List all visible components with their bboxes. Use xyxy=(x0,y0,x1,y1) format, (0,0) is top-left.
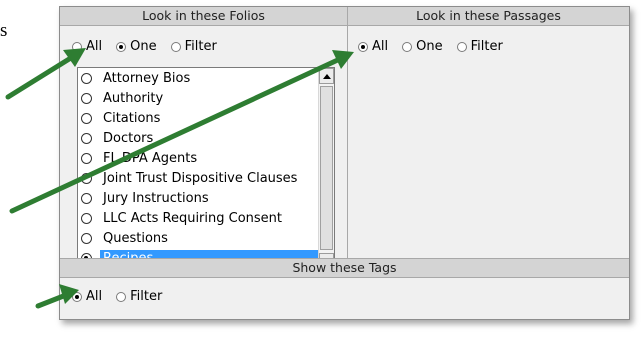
folios-filter-label: Filter xyxy=(184,39,217,54)
folio-item-fl-dpa-agents[interactable]: FL DPA Agents xyxy=(78,148,318,168)
folios-filter-option[interactable]: Filter xyxy=(170,39,217,54)
scroll-thumb[interactable] xyxy=(320,86,333,250)
tags-all-option[interactable]: All xyxy=(72,289,102,304)
folios-one-label: One xyxy=(130,39,157,54)
folio-item-jury-instructions[interactable]: Jury Instructions xyxy=(78,188,318,208)
cropped-text: s xyxy=(0,20,8,41)
folio-item-joint-trust[interactable]: Joint Trust Dispositive Clauses xyxy=(78,168,318,188)
folio-item-radio[interactable] xyxy=(81,112,92,124)
folio-item-authority[interactable]: Authority xyxy=(78,88,318,108)
tags-filter-radio[interactable] xyxy=(116,291,127,302)
folios-one-option[interactable]: One xyxy=(116,39,157,54)
folio-item-label: Authority xyxy=(103,90,164,106)
tags-all-label: All xyxy=(86,289,103,304)
folio-item-radio[interactable] xyxy=(81,172,92,184)
folio-item-attorney-bios[interactable]: Attorney Bios xyxy=(78,68,318,88)
tags-scope-options: All Filter xyxy=(72,289,176,304)
folio-list: Attorney Bios Authority Citations Doctor… xyxy=(78,68,318,269)
column-divider xyxy=(347,7,348,258)
passages-one-label: One xyxy=(416,39,443,54)
folio-item-label: FL DPA Agents xyxy=(103,150,198,166)
folio-item-radio[interactable] xyxy=(81,152,92,164)
folios-scope-options: All One Filter xyxy=(72,39,231,54)
folios-all-radio[interactable] xyxy=(72,41,82,52)
folios-one-radio[interactable] xyxy=(116,41,127,52)
folio-item-radio[interactable] xyxy=(81,72,92,84)
search-options-panel: Look in these Folios Look in these Passa… xyxy=(59,6,630,320)
passages-scope-options: All One Filter xyxy=(358,39,517,54)
folios-filter-radio[interactable] xyxy=(170,41,181,52)
passages-filter-option[interactable]: Filter xyxy=(456,39,503,54)
passages-header: Look in these Passages xyxy=(348,7,629,26)
folio-list-scrollbar[interactable] xyxy=(318,68,334,269)
passages-all-option[interactable]: All xyxy=(358,39,388,54)
folio-item-radio[interactable] xyxy=(81,212,92,224)
passages-all-label: All xyxy=(372,39,389,54)
folio-item-radio[interactable] xyxy=(81,132,92,144)
tags-filter-label: Filter xyxy=(130,289,163,304)
passages-one-option[interactable]: One xyxy=(402,39,443,54)
folio-item-label: Jury Instructions xyxy=(103,190,209,206)
folio-item-llc-acts[interactable]: LLC Acts Requiring Consent xyxy=(78,208,318,228)
folio-item-label: LLC Acts Requiring Consent xyxy=(103,210,283,226)
folio-item-questions[interactable]: Questions xyxy=(78,228,318,248)
folios-all-option[interactable]: All xyxy=(72,39,102,54)
folio-item-label: Joint Trust Dispositive Clauses xyxy=(103,170,298,186)
folio-item-radio[interactable] xyxy=(81,192,92,204)
folio-item-label: Citations xyxy=(103,110,161,126)
folio-item-radio[interactable] xyxy=(81,232,92,244)
passages-filter-label: Filter xyxy=(470,39,503,54)
folios-header: Look in these Folios xyxy=(60,7,347,26)
arrow-up-icon xyxy=(322,73,331,79)
folio-item-label: Questions xyxy=(103,230,168,246)
folio-item-citations[interactable]: Citations xyxy=(78,108,318,128)
passages-all-radio[interactable] xyxy=(358,41,368,52)
folio-item-radio[interactable] xyxy=(81,92,92,104)
passages-one-radio[interactable] xyxy=(402,41,413,52)
tags-all-radio[interactable] xyxy=(72,291,82,302)
folios-all-label: All xyxy=(86,39,103,54)
tags-header: Show these Tags xyxy=(60,259,629,278)
folio-listbox[interactable]: Attorney Bios Authority Citations Doctor… xyxy=(77,67,335,270)
folio-item-label: Attorney Bios xyxy=(103,70,191,86)
folio-item-doctors[interactable]: Doctors xyxy=(78,128,318,148)
passages-filter-radio[interactable] xyxy=(456,41,467,52)
tags-filter-option[interactable]: Filter xyxy=(116,289,162,304)
folio-item-label: Doctors xyxy=(103,130,154,146)
scroll-up-button[interactable] xyxy=(319,68,334,84)
